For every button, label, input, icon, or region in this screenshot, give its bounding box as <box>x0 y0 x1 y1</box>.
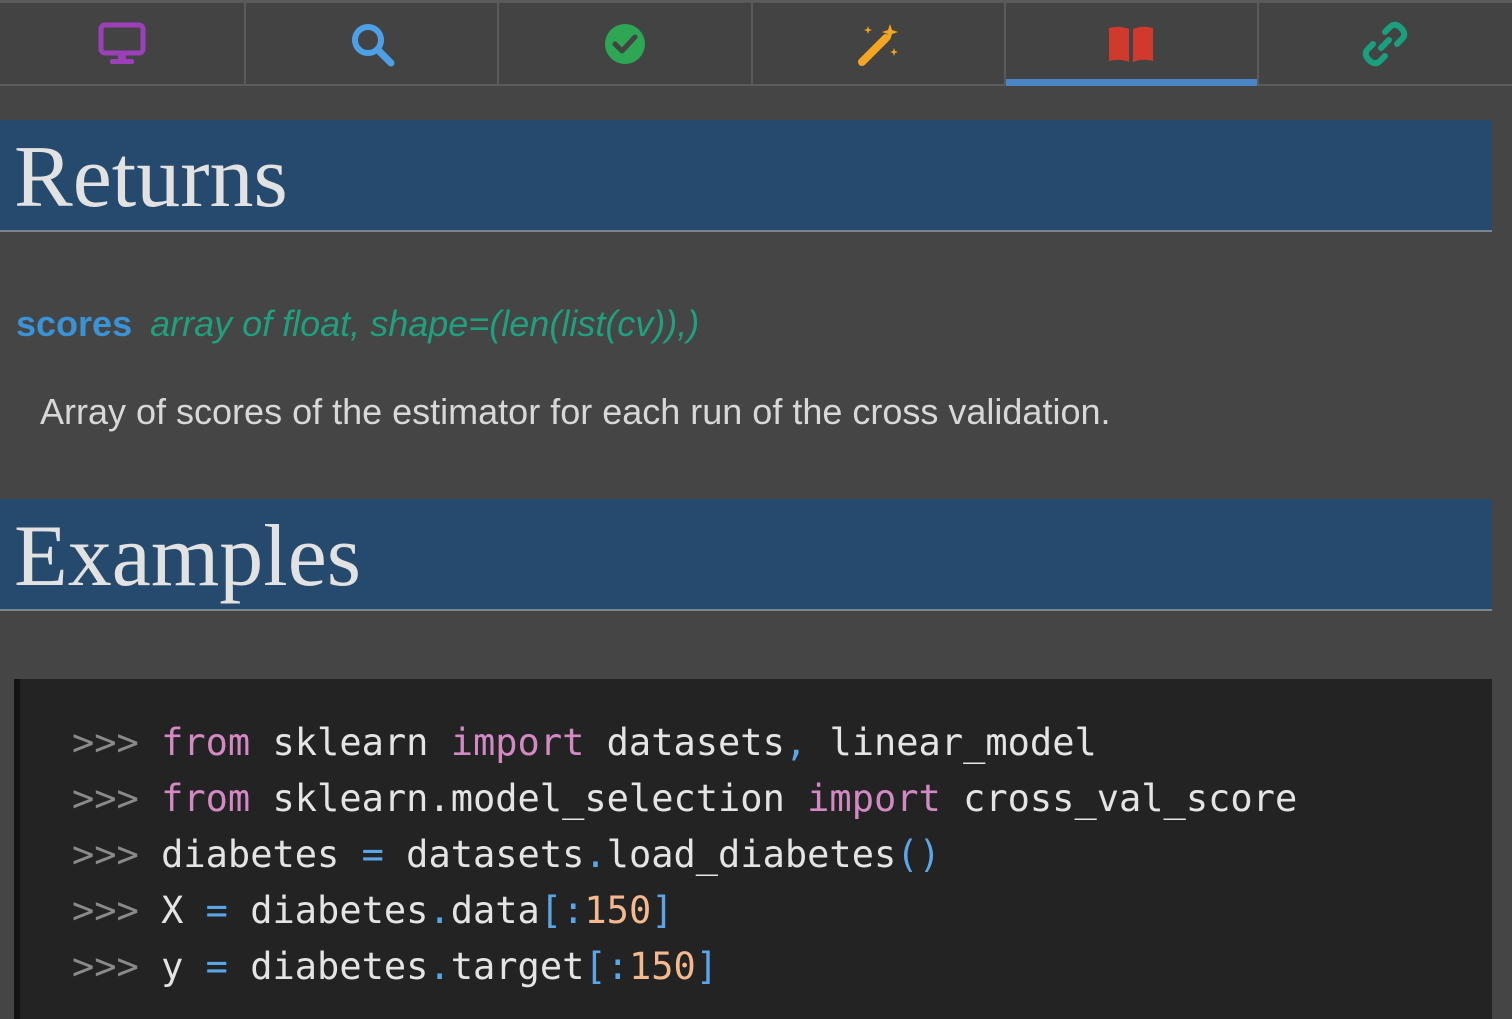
code-token: cross_val_score <box>963 777 1298 820</box>
returns-heading: Returns <box>14 129 288 226</box>
code-token: datasets <box>406 833 585 876</box>
code-prompt: >>> <box>72 889 139 932</box>
check-circle-icon <box>604 23 645 64</box>
code-token: diabetes <box>250 889 429 932</box>
code-token: sklearn <box>272 721 429 764</box>
examples-heading: Examples <box>14 508 362 605</box>
tab-magic[interactable] <box>753 3 1006 84</box>
param-name: scores <box>16 303 133 344</box>
code-prompt: >>> <box>72 833 139 876</box>
magic-wand-icon <box>858 23 899 66</box>
code-prompt: >>> <box>72 945 139 988</box>
code-keyword: import <box>807 777 941 820</box>
code-operator: . <box>428 889 451 932</box>
monitor-icon <box>98 22 146 64</box>
code-operator: , <box>784 721 808 764</box>
tab-book[interactable] <box>1005 3 1259 86</box>
code-line: >>> y = diabetes.target[:150] <box>72 939 718 995</box>
code-operator: ] <box>695 945 719 988</box>
code-line: >>> from sklearn import datasets, linear… <box>72 715 1097 771</box>
code-line: >>> X = diabetes.data[:150] <box>72 883 674 939</box>
code-operator: () <box>896 833 941 876</box>
code-keyword: import <box>450 721 585 764</box>
code-token: diabetes <box>250 945 429 988</box>
code-token: load_diabetes <box>606 833 897 876</box>
code-prompt: >>> <box>72 721 139 764</box>
code-token: linear_model <box>829 721 1097 764</box>
tab-monitor[interactable] <box>0 3 247 84</box>
code-token: y <box>161 945 184 988</box>
book-icon <box>1109 26 1154 62</box>
param-type: array of float, shape=(len(list(cv)),) <box>150 303 700 344</box>
code-prompt: >>> <box>72 777 139 820</box>
code-operator: . <box>428 945 451 988</box>
code-number: 150 <box>628 945 696 988</box>
returns-section-header: Returns <box>0 120 1492 232</box>
code-line: >>> from sklearn.model_selection import … <box>72 771 1297 827</box>
code-keyword: from <box>161 721 251 764</box>
examples-section-header: Examples <box>0 499 1492 611</box>
code-operator: = <box>361 833 384 876</box>
link-icon <box>1363 21 1408 66</box>
code-block[interactable]: >>> from sklearn import datasets, linear… <box>14 679 1492 1019</box>
code-token: target <box>450 945 585 988</box>
code-token: sklearn.model_selection <box>272 777 785 820</box>
tab-link[interactable] <box>1259 3 1512 84</box>
search-icon <box>351 23 395 66</box>
code-operator: [: <box>539 889 585 932</box>
code-keyword: from <box>161 777 251 820</box>
code-operator: = <box>205 945 228 988</box>
code-token: X <box>161 889 184 932</box>
code-operator: = <box>205 889 228 932</box>
code-operator: . <box>584 833 607 876</box>
param-description: Array of scores of the estimator for eac… <box>40 391 1111 432</box>
code-line: >>> diabetes = datasets.load_diabetes() <box>72 827 941 883</box>
code-token: diabetes <box>161 833 340 876</box>
code-token: data <box>450 889 540 932</box>
return-param: scores array of float, shape=(len(list(cv… <box>16 300 699 348</box>
code-operator: ] <box>651 889 674 932</box>
code-token: datasets <box>606 721 785 764</box>
tab-search[interactable] <box>246 3 500 84</box>
tab-bar <box>0 0 1512 86</box>
code-number: 150 <box>584 889 652 932</box>
code-operator: [: <box>584 945 629 988</box>
tab-check[interactable] <box>499 3 753 84</box>
